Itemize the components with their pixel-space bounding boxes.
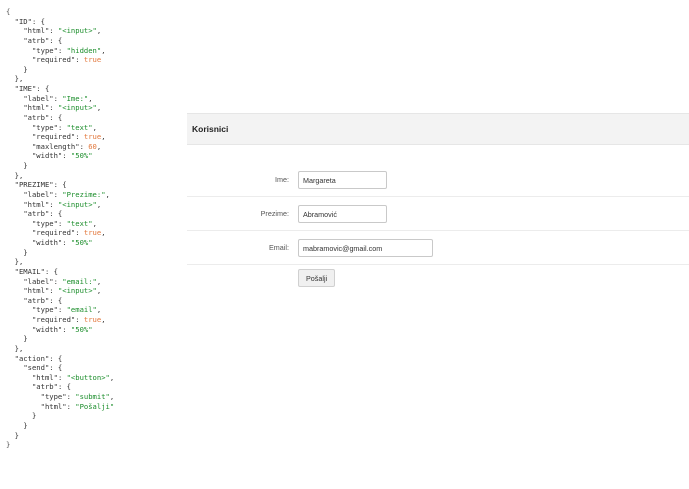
json-key: "send" (23, 363, 50, 373)
json-key: "PREZIME" (14, 180, 54, 190)
json-string: "submit" (75, 392, 110, 401)
json-string: "email:" (62, 276, 97, 286)
panel-header: Korisnici (187, 113, 689, 145)
form-row-email: Email: mabramovic@gmail.com (187, 231, 689, 265)
json-string: "50%" (70, 324, 93, 334)
json-number: 60 (88, 141, 97, 151)
json-key: "ID" (14, 16, 32, 26)
json-string: "email" (66, 305, 97, 315)
prezime-label: Prezime: (260, 209, 289, 218)
json-string: "Prezime:" (62, 189, 106, 199)
json-bool: true (83, 228, 102, 238)
prezime-input[interactable]: Abramović (298, 205, 387, 223)
ime-label: Ime: (275, 175, 289, 184)
json-string: "Pošalji" (75, 401, 115, 411)
json-string: "<input>" (57, 26, 97, 36)
json-key: "action" (14, 353, 50, 363)
submit-button[interactable]: Pošalji (298, 269, 336, 287)
email-input[interactable]: mabramovic@gmail.com (298, 239, 433, 257)
json-string: "hidden" (66, 45, 102, 55)
json-string: "Ime:" (62, 93, 89, 103)
json-string: "text" (66, 122, 93, 132)
email-label: Email: (269, 243, 289, 252)
json-string: "50%" (70, 151, 93, 161)
json-string: "<input>" (57, 103, 97, 113)
json-string: "text" (66, 218, 93, 228)
json-string: "50%" (70, 238, 93, 247)
json-bool: true (83, 55, 102, 65)
users-form-panel: Korisnici Ime: Margareta Prezime: Abramo… (187, 113, 689, 293)
json-string: "<input>" (57, 199, 97, 209)
json-bool: true (83, 132, 102, 142)
json-string: "<button>" (66, 372, 110, 382)
panel-title: Korisnici (192, 124, 229, 134)
json-string: "<input>" (57, 286, 97, 296)
json-config-code: { "ID": { "html": "<input>", "atrb": { "… (6, 7, 115, 450)
form-row-prezime: Prezime: Abramović (187, 197, 689, 231)
json-bool: true (83, 315, 102, 324)
form-row-ime: Ime: Margareta (187, 163, 689, 197)
ime-input[interactable]: Margareta (298, 171, 387, 189)
json-key: "IME" (14, 84, 37, 93)
json-key: "EMAIL" (14, 266, 45, 276)
